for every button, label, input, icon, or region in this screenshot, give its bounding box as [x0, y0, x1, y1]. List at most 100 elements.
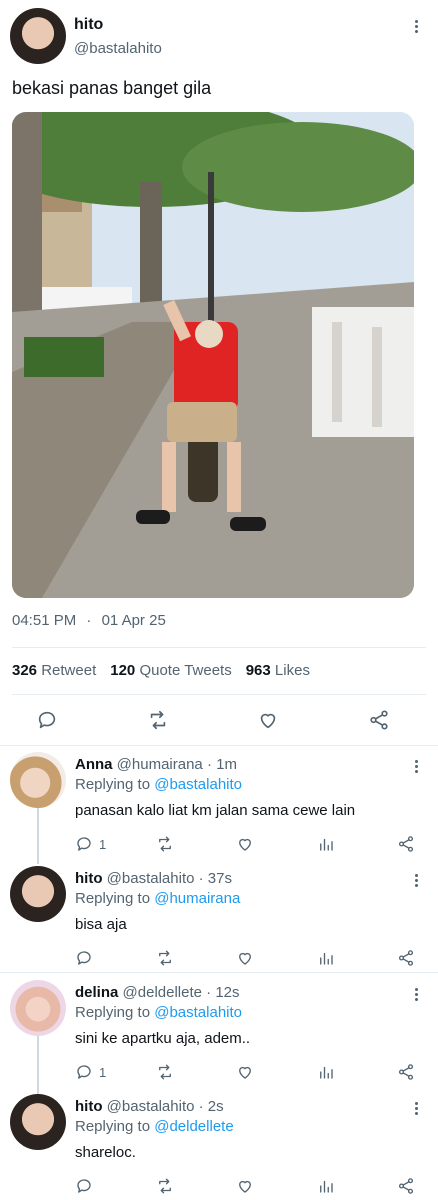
heart-icon[interactable]	[236, 1063, 254, 1081]
reply-age: · 12s	[206, 984, 240, 1001]
reply-action[interactable]	[75, 949, 135, 967]
reply-author-name[interactable]: hito	[75, 870, 103, 887]
analytics-action[interactable]	[317, 949, 377, 967]
retweet-icon[interactable]	[156, 835, 174, 853]
author-handle[interactable]: @bastalahito	[74, 40, 162, 57]
reply-text: bisa aja	[75, 916, 127, 933]
retweet-action[interactable]	[156, 1177, 216, 1195]
tweet-text: bekasi panas banget gila	[12, 78, 212, 98]
analytics-icon[interactable]	[317, 1177, 335, 1195]
mention-link[interactable]: @bastalahito	[154, 776, 242, 793]
share-action[interactable]	[397, 1177, 415, 1195]
reply-icon[interactable]	[75, 1177, 93, 1195]
like-action[interactable]	[236, 1177, 296, 1195]
reply-author-name[interactable]: hito	[75, 1098, 103, 1115]
reply-author-name[interactable]: delina	[75, 984, 118, 1001]
reply-actions: 1	[75, 1060, 415, 1084]
reply-item[interactable]: delina @deldellete · 12s Replying to @ba…	[0, 976, 438, 1094]
tweet-timestamp: 04:51 PM · 01 Apr 25	[12, 612, 166, 629]
retweet-icon[interactable]	[147, 709, 169, 731]
reply-icon[interactable]	[75, 835, 93, 853]
heart-icon[interactable]	[236, 835, 254, 853]
thread-line	[37, 808, 39, 864]
reply-item[interactable]: hito @bastalahito · 2s Replying to @deld…	[0, 1090, 438, 1198]
analytics-icon[interactable]	[317, 835, 335, 853]
replying-to: Replying to @bastalahito	[75, 776, 242, 793]
analytics-action[interactable]	[317, 1063, 377, 1081]
more-icon[interactable]	[406, 16, 426, 36]
reply-item[interactable]: hito @bastalahito · 37s Replying to @hum…	[0, 862, 438, 972]
reply-count: 1	[99, 836, 107, 852]
mention-link[interactable]: @bastalahito	[154, 1004, 242, 1021]
retweet-action[interactable]	[156, 949, 216, 967]
retweet-icon[interactable]	[156, 1177, 174, 1195]
share-icon[interactable]	[397, 835, 415, 853]
mention-link[interactable]: @humairana	[154, 890, 240, 907]
more-icon[interactable]	[406, 1098, 426, 1118]
replying-prefix: Replying to	[75, 1118, 151, 1135]
retweet-label: Retweet	[41, 662, 97, 679]
more-icon[interactable]	[406, 984, 426, 1004]
share-action[interactable]	[397, 835, 415, 853]
avatar[interactable]	[10, 866, 66, 922]
reply-author-handle[interactable]: @bastalahito	[107, 1098, 195, 1115]
more-icon[interactable]	[406, 756, 426, 776]
mention-link[interactable]: @deldellete	[154, 1118, 233, 1135]
reply-author-handle[interactable]: @bastalahito	[107, 870, 195, 887]
quote-stat[interactable]: 120 Quote Tweets	[110, 662, 231, 679]
retweet-stat[interactable]: 326 Retweet	[12, 662, 96, 679]
heart-icon[interactable]	[236, 949, 254, 967]
retweet-action[interactable]	[156, 1063, 216, 1081]
reply-icon[interactable]	[36, 709, 58, 731]
avatar[interactable]	[10, 752, 66, 808]
reply-text: panasan kalo liat km jalan sama cewe lai…	[75, 802, 356, 819]
reply-icon[interactable]	[75, 1063, 93, 1081]
more-icon[interactable]	[406, 870, 426, 890]
reply-author-handle[interactable]: @deldellete	[123, 984, 202, 1001]
like-action[interactable]	[236, 1063, 296, 1081]
avatar[interactable]	[10, 1094, 66, 1150]
reply-action[interactable]: 1	[75, 1063, 135, 1081]
tweet-time: 04:51 PM	[12, 612, 77, 629]
retweet-icon[interactable]	[156, 1063, 174, 1081]
share-icon[interactable]	[397, 1177, 415, 1195]
heart-icon[interactable]	[236, 1177, 254, 1195]
reply-age: · 2s	[198, 1098, 224, 1115]
like-count: 963	[245, 662, 271, 679]
reply-age: · 1m	[206, 756, 237, 773]
reply-action[interactable]	[75, 1177, 135, 1195]
author-avatar[interactable]	[10, 8, 66, 64]
tweet-action-bar	[12, 700, 414, 740]
share-icon[interactable]	[397, 1063, 415, 1081]
like-action[interactable]	[236, 835, 296, 853]
share-icon[interactable]	[397, 949, 415, 967]
reply-name-line: hito @bastalahito · 37s	[75, 870, 232, 887]
share-icon[interactable]	[368, 709, 390, 731]
reply-count: 1	[99, 1064, 107, 1080]
like-stat[interactable]: 963 Likes	[246, 662, 310, 679]
reply-item[interactable]: Anna @humairana · 1m Replying to @bastal…	[0, 748, 438, 864]
divider	[12, 694, 426, 695]
like-action[interactable]	[236, 949, 296, 967]
like-label: Likes	[274, 662, 310, 679]
analytics-icon[interactable]	[317, 949, 335, 967]
tweet-date: 01 Apr 25	[101, 612, 166, 629]
reply-age: · 37s	[198, 870, 232, 887]
reply-author-handle[interactable]: @humairana	[117, 756, 203, 773]
reply-author-name[interactable]: Anna	[75, 756, 113, 773]
analytics-action[interactable]	[317, 835, 377, 853]
retweet-icon[interactable]	[156, 949, 174, 967]
analytics-action[interactable]	[317, 1177, 377, 1195]
share-action[interactable]	[397, 1063, 415, 1081]
divider	[12, 647, 426, 648]
tweet-photo[interactable]	[12, 112, 414, 598]
reply-action[interactable]: 1	[75, 835, 135, 853]
reply-icon[interactable]	[75, 949, 93, 967]
heart-icon[interactable]	[257, 709, 279, 731]
replying-prefix: Replying to	[75, 776, 151, 793]
author-name[interactable]: hito	[74, 16, 103, 34]
analytics-icon[interactable]	[317, 1063, 335, 1081]
avatar[interactable]	[10, 980, 66, 1036]
share-action[interactable]	[397, 949, 415, 967]
retweet-action[interactable]	[156, 835, 216, 853]
